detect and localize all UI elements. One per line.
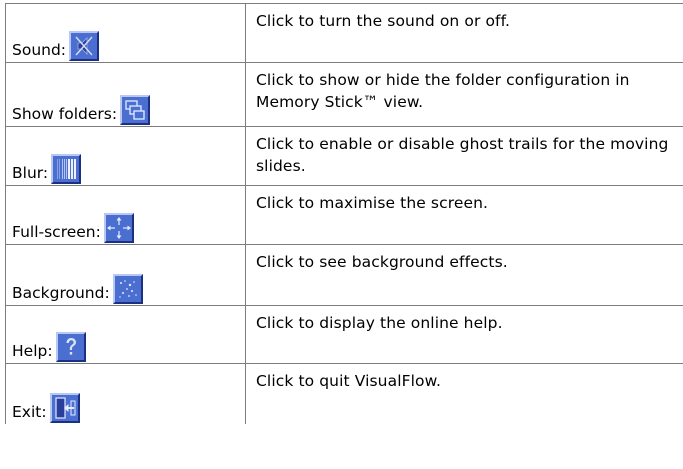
row-label-sound: Sound:: [12, 41, 67, 59]
row-description-background: Click to see background effects.: [245, 244, 683, 306]
row-label-full-screen: Full-screen:: [12, 223, 101, 241]
label-cell: Blur:: [5, 126, 246, 186]
controls-table: Sound: Click to turn the sound on or off…: [5, 3, 683, 424]
row-description-sound: Click to turn the sound on or off.: [245, 3, 683, 63]
table-row-sound: Sound: Click to turn the sound on or off…: [5, 3, 683, 63]
folders-icon: [120, 95, 151, 125]
row-description-blur: Click to enable or disable ghost trails …: [245, 126, 683, 186]
label-cell: Full-screen:: [5, 185, 246, 245]
row-description-full-screen: Click to maximise the screen.: [245, 185, 683, 245]
sound-mute-icon: [69, 31, 100, 61]
blur-icon: [51, 154, 82, 184]
table-row-help: Help: Click to display the online help.: [5, 305, 683, 364]
background-sparkle-icon: [112, 274, 143, 304]
help-question-icon: [55, 332, 86, 362]
fullscreen-arrows-icon: [103, 213, 134, 243]
row-label-exit: Exit:: [12, 402, 47, 421]
table-row-show-folders: Show folders: Click to show or hide the …: [5, 62, 683, 127]
exit-door-icon: [49, 392, 80, 423]
table-row-full-screen: Full-screen: Click to maximise the scree…: [5, 185, 683, 245]
label-cell: Help:: [5, 305, 246, 364]
table-row-background: Background: Click to see background effe…: [5, 244, 683, 306]
row-label-background: Background:: [12, 284, 110, 302]
table-row-blur: Blur: Click to enable or disable ghost t…: [5, 126, 683, 186]
label-cell: Exit:: [5, 363, 246, 424]
label-cell: Show folders:: [5, 62, 246, 127]
label-cell: Background:: [5, 244, 246, 306]
row-label-show-folders: Show folders:: [12, 105, 118, 123]
row-description-help: Click to display the online help.: [245, 305, 683, 364]
table-row-exit: Exit: Click to quit VisualFlow.: [5, 363, 683, 424]
row-description-show-folders: Click to show or hide the folder configu…: [245, 62, 683, 127]
row-label-help: Help:: [12, 342, 53, 360]
label-cell: Sound:: [5, 3, 246, 63]
row-label-blur: Blur:: [12, 164, 49, 182]
row-description-exit: Click to quit VisualFlow.: [245, 363, 683, 424]
